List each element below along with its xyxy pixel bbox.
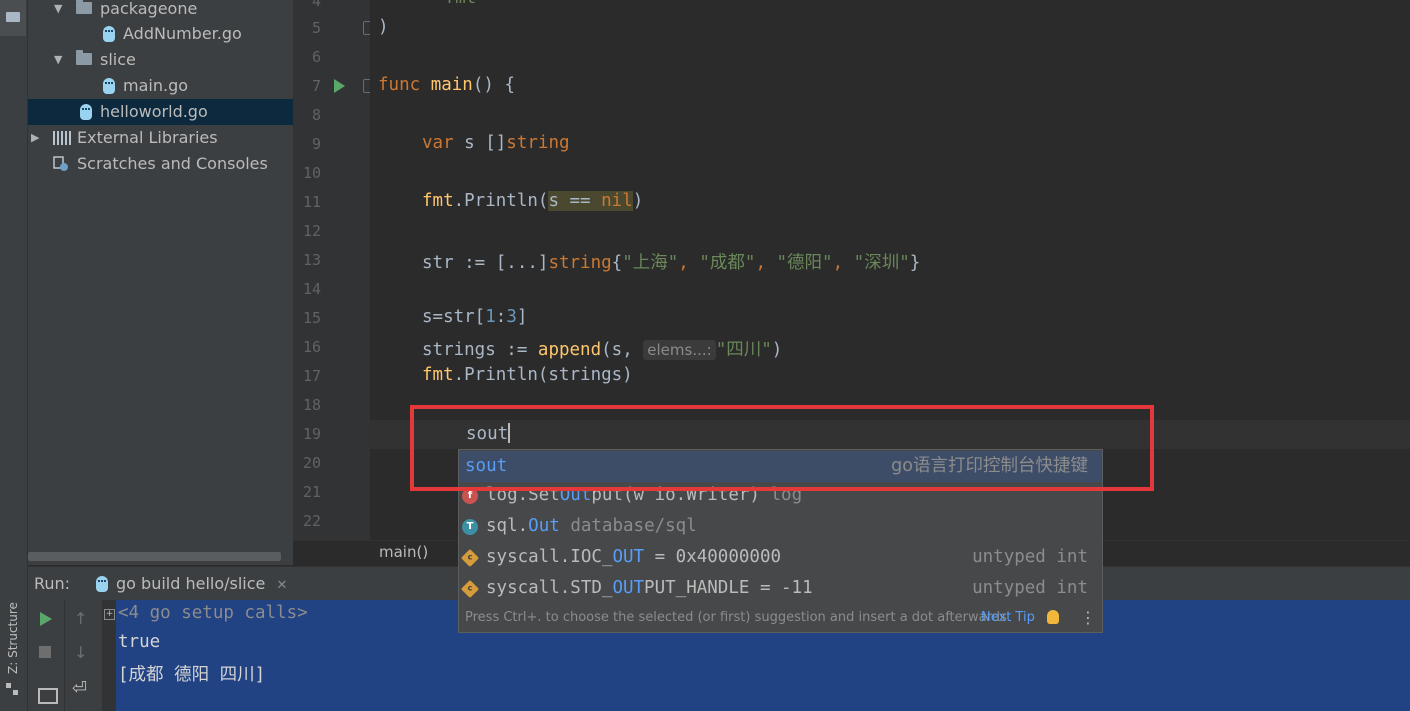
tree-item-label: helloworld.go <box>100 102 208 121</box>
run-label: Run: <box>34 574 71 593</box>
folder-icon <box>76 50 92 65</box>
folder-icon <box>6 12 20 22</box>
soft-wrap-icon[interactable]: ⏎ <box>72 678 87 699</box>
parameter-hint: elems...: <box>643 340 716 360</box>
line-number: 9 <box>311 135 321 153</box>
code-line-15: s=str[1:3] <box>422 307 528 327</box>
tree-item-label: AddNumber.go <box>123 24 242 43</box>
completion-item-type: untyped int <box>972 547 1088 567</box>
tree-item-main-go[interactable]: main.go <box>28 73 293 99</box>
line-number: 21 <box>302 483 321 501</box>
left-tool-strip: Z: Structure <box>0 0 28 711</box>
code-line-4: "fmt" <box>434 0 487 8</box>
line-number: 12 <box>302 222 321 240</box>
arrow-down-icon[interactable]: ↓ <box>74 643 87 662</box>
tree-item-addnumber-go[interactable]: AddNumber.go <box>28 21 293 47</box>
line-number: 20 <box>302 454 321 472</box>
code-line-13: str := [...]string{"上海", "成都", "德阳", "深圳… <box>422 253 921 273</box>
go-file-icon <box>103 78 115 94</box>
go-run-icon <box>96 576 108 592</box>
project-tree: ▼ packageone AddNumber.go ▼ slice main.g… <box>28 0 293 565</box>
line-number: 8 <box>311 106 321 124</box>
tree-item-helloworld-go[interactable]: helloworld.go <box>28 99 293 125</box>
tree-item-slice[interactable]: ▼ slice <box>28 47 293 73</box>
line-number: 22 <box>302 512 321 530</box>
structure-tool-tab[interactable]: Z: Structure <box>2 600 24 680</box>
arrow-up-icon[interactable]: ↑ <box>74 609 87 628</box>
go-file-icon <box>103 26 115 42</box>
footer-tip-text: Press Ctrl+. to choose the selected (or … <box>465 610 1007 625</box>
code-line-7: func main() { <box>378 75 516 95</box>
close-icon[interactable]: ✕ <box>276 578 287 593</box>
scratches-icon <box>53 156 68 171</box>
run-toolbar: ↑ ↓ ⏎ <box>28 600 102 711</box>
more-options-icon[interactable]: ⋮ <box>1080 604 1096 632</box>
completion-footer: Press Ctrl+. to choose the selected (or … <box>459 604 1102 632</box>
tree-item-external-libraries[interactable]: ▶ External Libraries <box>28 125 293 151</box>
line-number: 17 <box>302 367 321 385</box>
expand-arrow-icon[interactable]: ▼ <box>54 47 62 73</box>
rerun-icon[interactable] <box>40 612 52 626</box>
tree-item-scratches[interactable]: Scratches and Consoles <box>28 151 293 177</box>
expand-icon[interactable]: + <box>104 609 115 620</box>
go-file-icon <box>80 104 92 120</box>
console-line: [成都 德阳 四川] <box>118 665 266 685</box>
line-number: 16 <box>302 338 321 356</box>
tree-item-label: main.go <box>123 76 189 95</box>
console-line: true <box>118 632 161 652</box>
code-line-11: fmt.Println(s == nil) <box>422 191 644 211</box>
annotation-highlight-box <box>410 405 1154 491</box>
completion-item[interactable]: c syscall.STD_OUTPUT_HANDLE = -11 untype… <box>459 573 1102 604</box>
type-icon: T <box>462 519 478 535</box>
completion-item-name: sql.Out database/sql <box>486 516 697 536</box>
project-tool-tab[interactable] <box>0 0 26 36</box>
breadcrumb-item[interactable]: main() <box>379 543 428 561</box>
structure-tab-label: Z: Structure <box>6 602 20 674</box>
run-gutter-icon[interactable] <box>334 79 345 93</box>
console-gutter: + <box>102 600 116 711</box>
code-line-9: var s []string <box>422 133 570 153</box>
tree-item-label: slice <box>100 50 136 69</box>
tree-horizontal-scrollbar[interactable] <box>28 552 281 561</box>
line-number: 11 <box>302 193 321 211</box>
code-line-5: ) <box>378 17 389 37</box>
stop-icon[interactable] <box>39 646 51 658</box>
line-number: 13 <box>302 251 321 269</box>
run-tab[interactable]: go build hello/slice ✕ <box>88 567 295 601</box>
completion-item[interactable]: c syscall.IOC_OUT = 0x40000000 untyped i… <box>459 542 1102 573</box>
next-tip-link[interactable]: Next Tip <box>981 604 1035 632</box>
code-line-16: strings := append(s, elems...: "四川") <box>422 340 783 360</box>
tree-item-label: packageone <box>100 0 198 18</box>
line-number: 14 <box>302 280 321 298</box>
line-number: 6 <box>311 48 321 66</box>
line-number: 5 <box>311 19 321 37</box>
completion-item-name: syscall.IOC_OUT = 0x40000000 <box>486 547 782 567</box>
run-tab-label: go build hello/slice <box>116 574 266 593</box>
lightbulb-icon <box>1047 610 1059 624</box>
collapse-arrow-icon[interactable]: ▶ <box>31 125 39 151</box>
line-number: 10 <box>302 164 321 182</box>
code-line-17: fmt.Println(strings) <box>422 365 633 385</box>
tree-item-packageone[interactable]: ▼ packageone <box>28 0 293 22</box>
constant-icon: c <box>460 548 480 568</box>
line-number: 7 <box>311 77 321 95</box>
line-number: 19 <box>302 425 321 443</box>
line-number: 15 <box>302 309 321 327</box>
library-icon <box>53 131 71 145</box>
console-line: <4 go setup calls> <box>118 603 308 623</box>
completion-item[interactable]: T sql.Out database/sql <box>459 511 1102 542</box>
layout-icon[interactable] <box>38 688 58 704</box>
editor-gutter: 4 5 6 7 8 9 10 11 12 13 14 15 16 17 18 1… <box>293 0 375 540</box>
line-number: 18 <box>302 396 321 414</box>
tree-item-label: External Libraries <box>77 128 218 147</box>
folder-icon <box>76 0 92 14</box>
toolbar-divider <box>64 600 65 711</box>
completion-item-type: untyped int <box>972 578 1088 598</box>
tree-item-label: Scratches and Consoles <box>77 154 268 173</box>
constant-icon: c <box>460 579 480 599</box>
line-number: 4 <box>311 0 321 10</box>
structure-icon <box>6 683 18 695</box>
expand-arrow-icon[interactable]: ▼ <box>54 0 62 22</box>
completion-item-name: syscall.STD_OUTPUT_HANDLE = -11 <box>486 578 813 598</box>
